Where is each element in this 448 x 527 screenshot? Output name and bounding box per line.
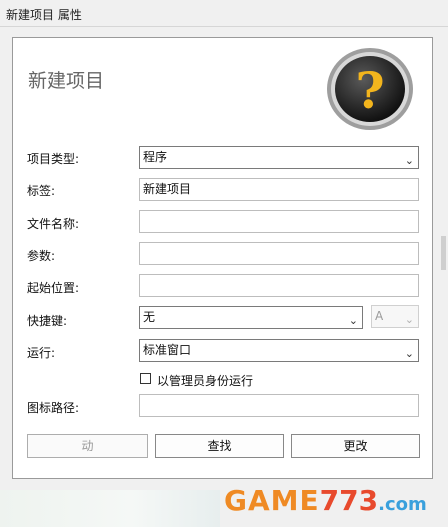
watermark-logo: GAME773.com xyxy=(224,484,427,517)
watermark-number: 773 xyxy=(319,484,379,517)
run-mode-select[interactable]: 标准窗口 ⌄ xyxy=(139,339,419,362)
hotkey-select[interactable]: 无 ⌄ xyxy=(139,306,363,329)
params-input[interactable] xyxy=(139,242,419,265)
svg-text:?: ? xyxy=(355,61,384,120)
start-location-label: 起始位置: xyxy=(27,281,80,295)
desktop-background xyxy=(0,490,220,527)
change-button[interactable]: 更改 xyxy=(291,434,420,458)
run-label: 运行: xyxy=(27,346,56,360)
icon-path-label: 图标路径: xyxy=(27,401,80,415)
tag-label: 标签: xyxy=(27,184,56,198)
run-as-admin-label[interactable]: 以管理员身份运行 xyxy=(157,372,253,389)
icon-path-input[interactable] xyxy=(139,394,419,417)
project-type-label: 项目类型: xyxy=(27,152,80,166)
hotkey-label: 快捷键: xyxy=(27,314,68,328)
filename-input[interactable] xyxy=(139,210,419,233)
chevron-down-icon: ⌄ xyxy=(404,313,414,326)
tag-input[interactable]: 新建项目 xyxy=(139,178,419,201)
scrollbar[interactable] xyxy=(441,236,446,270)
find-button[interactable]: 查找 xyxy=(155,434,284,458)
params-label: 参数: xyxy=(27,249,56,263)
project-type-value: 程序 xyxy=(143,150,168,164)
page-title: 新建项目 xyxy=(28,70,105,92)
chevron-down-icon: ⌄ xyxy=(348,314,358,327)
run-as-admin-checkbox[interactable] xyxy=(140,373,151,384)
question-mark-icon: ? xyxy=(327,48,413,130)
start-location-input[interactable] xyxy=(139,274,419,297)
auto-button[interactable]: 动 xyxy=(27,434,148,458)
tag-value: 新建项目 xyxy=(143,182,192,196)
hotkey-key-select[interactable]: A ⌄ xyxy=(371,305,419,328)
watermark-game: GAME xyxy=(224,484,320,517)
title-bar: 新建项目 属性 xyxy=(0,0,448,27)
filename-label: 文件名称: xyxy=(27,217,80,231)
hotkey-value: 无 xyxy=(143,310,156,324)
run-mode-value: 标准窗口 xyxy=(143,343,192,357)
watermark-domain: .com xyxy=(378,494,427,515)
hotkey-key-value: A xyxy=(375,309,384,323)
chevron-down-icon: ⌄ xyxy=(404,347,414,360)
project-type-select[interactable]: 程序 ⌄ xyxy=(139,146,419,169)
chevron-down-icon: ⌄ xyxy=(404,154,414,167)
window-title: 新建项目 属性 xyxy=(6,8,82,22)
